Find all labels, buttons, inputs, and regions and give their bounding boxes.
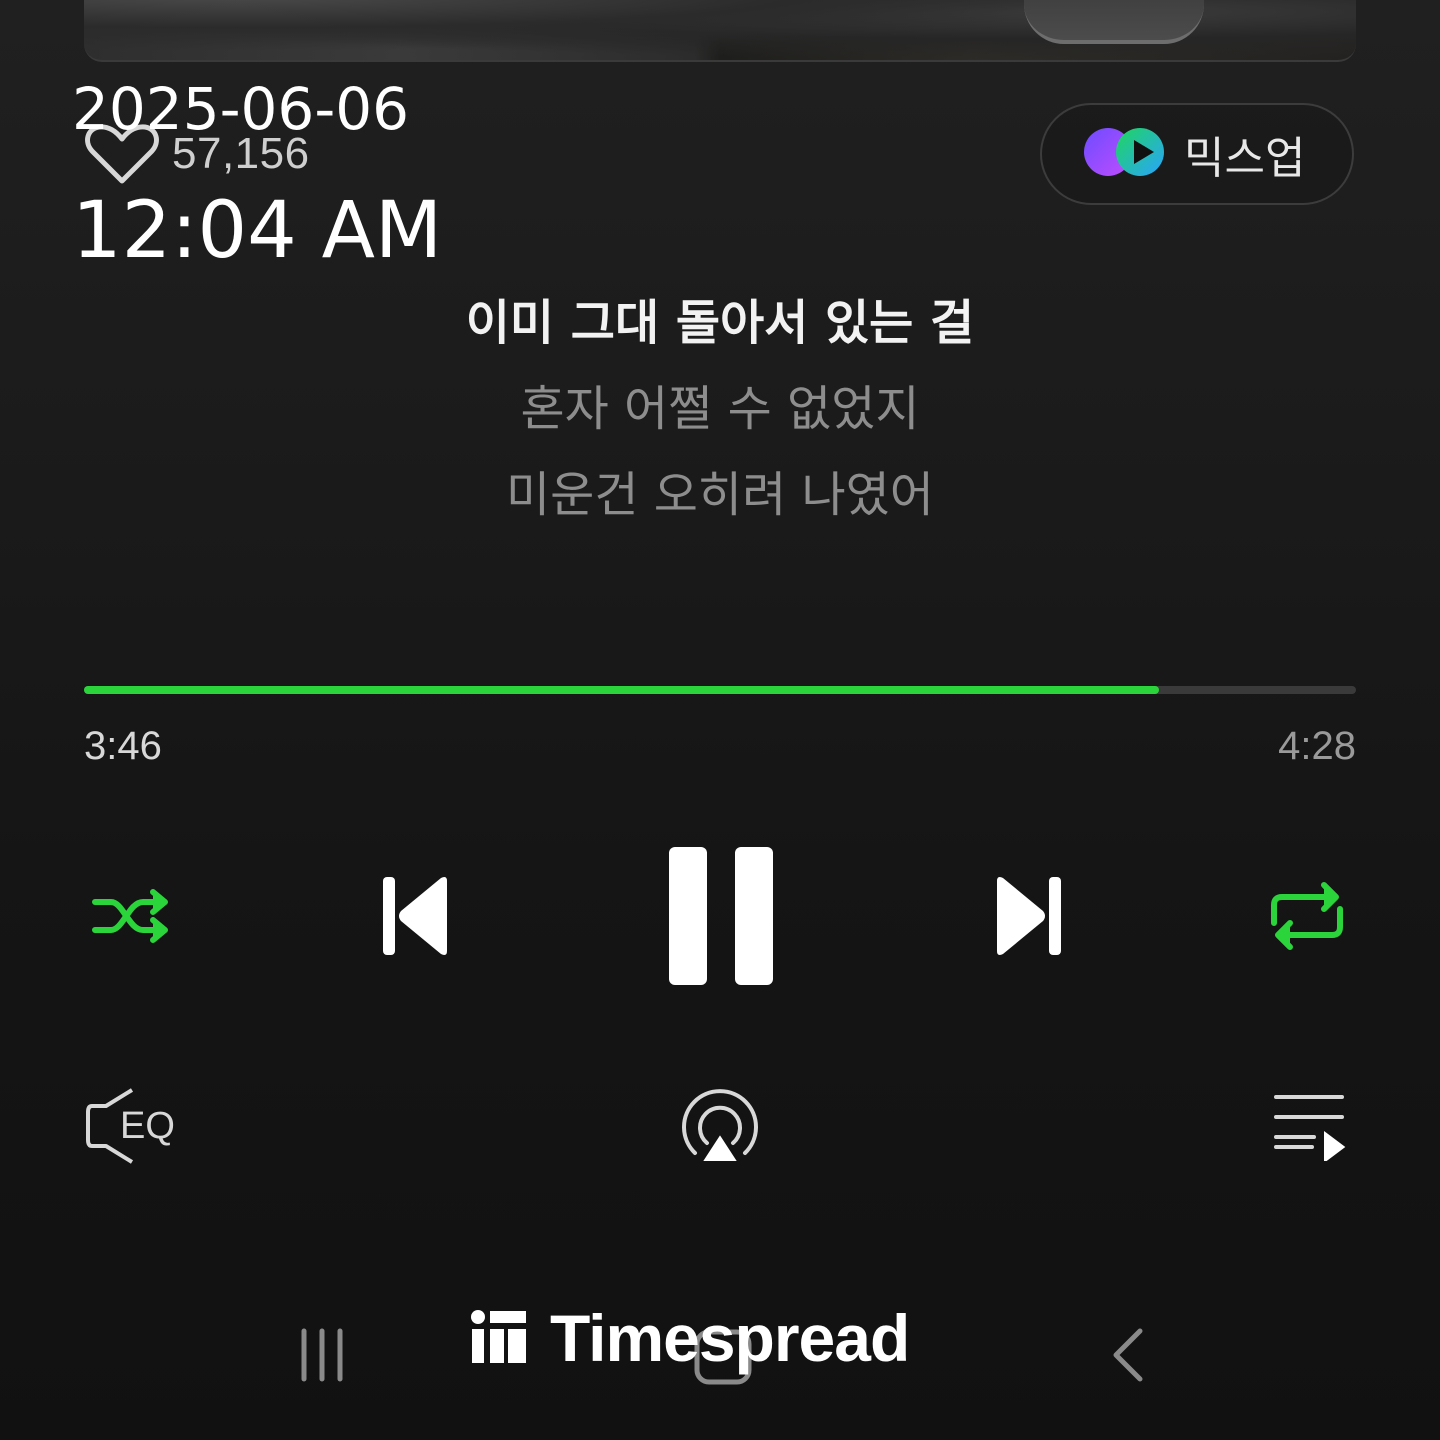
mixup-button[interactable]: 믹스업 [1040,103,1354,205]
album-art-detail [1024,0,1204,44]
watermark-logo-icon [470,1307,528,1369]
recents-icon [294,1327,350,1387]
lyric-line-next: 혼자 어쩔 수 없었지 [520,381,920,437]
pause-button[interactable] [664,842,778,990]
playlist-icon [1270,1091,1346,1161]
equalizer-button[interactable]: EQ [84,1086,188,1166]
repeat-button[interactable] [1262,876,1352,956]
back-icon [1108,1327,1148,1387]
skip-next-icon [991,873,1067,959]
shuffle-icon [89,884,173,948]
lyric-line-next: 미운건 오히려 나였어 [506,467,934,523]
next-button[interactable] [984,870,1074,962]
watermark: Timespread [470,1300,910,1376]
previous-button[interactable] [370,870,460,962]
elapsed-time: 3:46 [84,724,162,768]
equalizer-speaker-icon: EQ [84,1086,188,1166]
progress-bar[interactable] [84,686,1356,694]
airplay-button[interactable] [676,1084,764,1164]
skip-previous-icon [377,873,453,959]
progress-fill [84,686,1159,694]
pause-icon [667,845,775,987]
timestamp-date: 2025-06-06 [72,75,410,143]
album-art [84,0,1356,62]
playlist-button[interactable] [1268,1090,1348,1162]
total-time: 4:28 [1278,724,1356,768]
back-button[interactable] [1100,1326,1156,1388]
shuffle-button[interactable] [86,878,176,954]
airplay-icon [677,1085,763,1163]
recents-button[interactable] [290,1326,354,1388]
eq-label: EQ [120,1105,175,1147]
watermark-text: Timespread [550,1301,910,1375]
mixup-label: 믹스업 [1184,133,1306,184]
lyric-line-current: 이미 그대 돌아서 있는 걸 [465,295,975,351]
lyrics-panel[interactable]: 이미 그대 돌아서 있는 걸 혼자 어쩔 수 없었지 미운건 오히려 나였어 [0,280,1440,538]
timestamp-time: 12:04 AM [72,186,443,276]
repeat-icon [1266,879,1348,953]
mixup-logo-icon [1082,126,1168,182]
